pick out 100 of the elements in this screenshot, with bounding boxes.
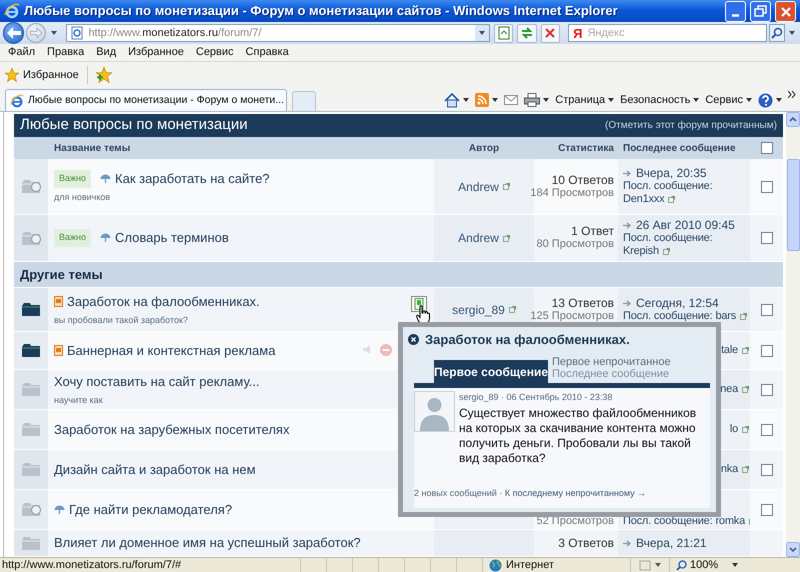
last-post-date: Вчера, 20:35 [623,167,750,180]
checkbox[interactable] [760,304,772,316]
compatibility-button[interactable] [494,24,514,42]
checkbox[interactable] [760,384,772,396]
last-poster-link[interactable]: Den1xxx [623,193,676,206]
preview-button[interactable] [411,296,427,312]
mail-button[interactable] [504,95,518,105]
preview-tab[interactable]: Первое сообщение [434,360,548,383]
checkbox[interactable] [760,180,772,192]
browser-tab[interactable]: Любые вопросы по монетизации - Форум о монети... [5,89,287,111]
last-poster-link[interactable]: tale [721,344,749,357]
page-icon [496,25,512,41]
author-link[interactable]: Andrew [458,178,510,196]
last-poster-link[interactable]: Krepish [623,244,670,258]
page-icon [70,26,84,40]
scroll-up-icon[interactable] [786,112,800,127]
menu-item[interactable]: Избранное [122,44,190,61]
feeds-button[interactable] [475,93,498,107]
post-text: Существует множество файлообменников на которых за скачивание контента можно получить деньги. Пробовали лы вы такой вид заработка? [459,406,698,466]
envelope-icon [504,95,518,105]
chevron-icon [788,91,796,98]
unread-info: 2 новых сообщений · К последнему непрочитанному → [414,486,648,500]
forward-arrow-icon [30,28,42,38]
last-post-label: Посл. сообщение: [623,180,712,192]
topic-link[interactable]: Словарь терминов [115,228,229,248]
checkbox[interactable] [760,344,772,356]
search-engine-logo: Я [573,26,582,40]
caret-icon [543,98,550,102]
search-icon [771,27,784,39]
window-icon [639,560,651,570]
arrow-icon [623,170,632,177]
external-link-icon [740,312,748,320]
last-poster-link[interactable]: lo [730,423,749,436]
stop-button[interactable] [540,24,560,42]
external-link-icon [742,386,749,393]
topic-link[interactable]: Хочу поставить на сайт рекламу... [54,372,260,392]
toolbar-menu-button[interactable]: Безопасность [620,92,700,108]
checkbox[interactable] [760,142,772,154]
menu-item[interactable]: Вид [90,44,122,61]
column-header: Название темы [53,142,132,156]
last-poster-link[interactable]: nea [720,383,749,396]
refresh-button[interactable] [517,24,537,42]
preview-tab[interactable]: Первое непрочитанное [552,356,671,368]
last-post-label: Посл. сообщение: [623,232,712,244]
address-dropdown-button[interactable] [474,25,489,41]
zoom-button[interactable]: 100% [669,558,724,572]
topic-link[interactable]: Как заработать на сайте? [115,169,270,188]
external-link-icon [508,306,516,313]
menu-item[interactable]: Сервис [190,44,240,61]
checkbox[interactable] [760,424,772,436]
caret-icon [789,31,796,35]
add-favorite-button[interactable] [94,66,113,84]
restore-button[interactable] [750,0,771,22]
checkbox[interactable] [760,464,772,476]
page-icon [10,94,24,108]
view-count: 80 Просмотров [536,238,614,251]
reply-count: 3 Ответов [558,536,614,550]
caret-icon [608,98,614,102]
caret-icon [492,98,498,102]
menu-item[interactable]: Правка [41,44,90,61]
search-input[interactable]: Яндекс [587,24,758,42]
mark-read-link[interactable]: (Отметить этот форум прочитанным) [605,118,777,133]
close-button[interactable] [775,0,796,22]
last-post-date: 26 Авг 2010 09:45 [623,218,750,232]
search-field[interactable]: Я Яндекс [568,24,767,42]
address-field[interactable]: http://www.monetizators.ru/forum/7/ [66,24,490,42]
external-link-icon [502,234,510,242]
status-url: http://www.monetizators.ru/forum/7/# [1,558,182,572]
home-button[interactable] [444,92,470,108]
external-link-icon [742,426,749,433]
more-tools-button[interactable] [788,91,796,98]
caret-icon [746,98,752,102]
last-poster-link[interactable]: nka [720,463,749,476]
minimize-button[interactable] [725,0,746,22]
menu-item[interactable]: Файл [2,44,42,61]
last-poster-link[interactable]: bars [715,310,748,322]
help-button[interactable] [758,92,782,108]
print-button[interactable] [524,93,550,107]
checkbox[interactable] [760,232,772,244]
arrow-icon [623,222,632,228]
scroll-down-icon[interactable] [786,542,800,557]
security-zone-label: Интернет [506,558,554,572]
external-link-icon [742,347,749,354]
house-icon [444,92,460,108]
scroll-thumb[interactable] [786,159,800,251]
checkbox[interactable] [760,504,772,516]
topic-description: вы пробовали такой заработок? [54,314,188,327]
scrollbar[interactable] [786,112,800,557]
last-unread-link[interactable]: К последнему непрочитанному → [504,488,646,498]
close-icon[interactable] [408,334,419,345]
toolbar-menu-button[interactable]: Сервис [705,92,752,108]
topic-link[interactable]: Заработок на фалообменниках. [67,292,260,312]
menu-item[interactable]: Справка [240,44,295,61]
back-button[interactable] [3,22,24,44]
favorites-button[interactable]: Избранное [4,66,80,84]
important-badge: Важно [54,170,92,188]
toolbar-menu-button[interactable]: Страница [555,92,614,108]
external-link-icon [502,183,510,190]
search-button[interactable] [768,24,786,42]
umbrella-icon [100,174,112,184]
